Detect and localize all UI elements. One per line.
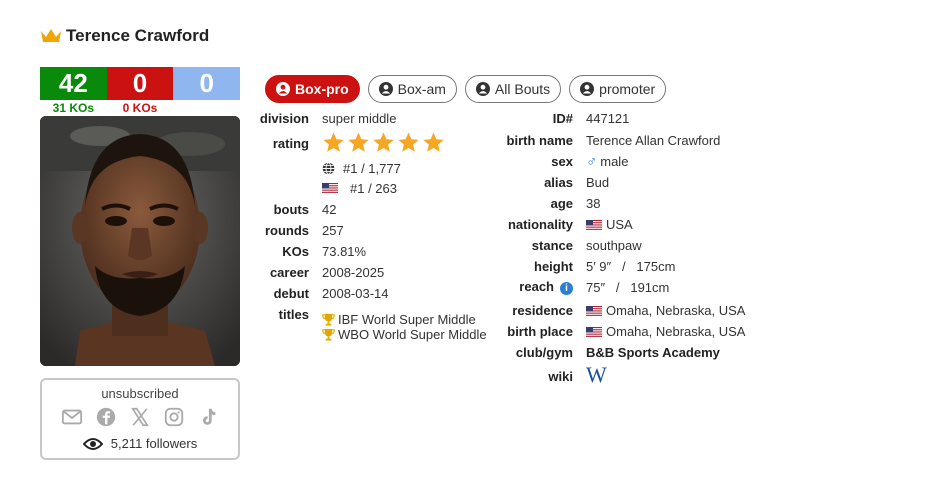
career-value: 2008-2025 [322,264,385,280]
debut-label: debut [273,285,309,301]
tab-label: promoter [599,81,656,97]
instagram-icon[interactable] [163,406,185,428]
stance-label: stance [531,237,573,253]
star-icon [323,132,344,152]
crown-icon [41,29,61,42]
user-icon [276,82,290,96]
x-icon[interactable] [129,406,151,428]
titles-label: titles [278,306,309,322]
info-icon[interactable]: i [560,282,573,295]
residence-value[interactable]: Omaha, Nebraska, USA [606,303,745,318]
reach-value: 75″ / 191cm [586,279,670,295]
tab-label: Box-pro [295,81,349,97]
tab-promoter[interactable]: promoter [569,75,667,103]
tab-box-pro[interactable]: Box-pro [265,75,360,103]
birth-place-value[interactable]: Omaha, Nebraska, USA [606,324,745,339]
alias-value: Bud [586,174,610,190]
usa-flag-icon [586,305,602,317]
division-value[interactable]: super middle [322,111,396,126]
record-box: 42 0 0 [40,67,241,100]
losses-kos: 0 KOs [122,101,158,115]
left-info: division super middle rating #1 / 1,777 … [250,110,500,350]
tab-label: All Bouts [494,81,551,97]
club-label: club/gym [515,344,573,360]
usa-rank[interactable]: #1 / 263 [350,181,397,196]
mail-icon[interactable] [61,406,83,428]
usa-flag-icon [322,182,338,194]
star-icon [398,132,419,152]
birth-place-label: birth place [507,323,573,339]
height-value: 5′ 9″ / 175cm [586,258,676,274]
star-icon [348,132,369,152]
kos-label: KOs [282,243,309,259]
tab-label: Box-am [397,81,446,97]
facebook-icon[interactable] [95,406,117,428]
reach-label: reach [519,279,554,294]
age-label: age [550,195,573,211]
subscription-status[interactable]: unsubscribed [42,386,238,401]
trophy-icon [322,313,335,326]
nationality-label: nationality [507,216,573,232]
usa-flag-icon [586,326,602,338]
alias-label: alias [544,174,573,190]
club-value[interactable]: B&B Sports Academy [586,345,720,360]
social-icons [42,406,238,428]
wins-count: 42 [40,67,107,100]
division-label: division [259,110,309,126]
page-header: Terence Crawford [40,26,209,46]
star-icon [373,132,394,152]
user-icon [475,82,490,96]
star-icon [423,132,444,152]
tiktok-icon[interactable] [197,406,219,428]
id-label: ID# [552,110,573,126]
tab-all-bouts[interactable]: All Bouts [464,75,562,103]
tab-box-am[interactable]: Box-am [367,75,457,103]
ko-counts: 31 KOs 0 KOs [40,101,240,115]
rating-stars [322,131,445,154]
nationality-value: USA [606,216,633,232]
world-rank[interactable]: #1 / 1,777 [343,161,401,176]
page-title: Terence Crawford [66,26,210,45]
right-info: ID# 447121 birth name Terence Allan Crawfo… [490,110,790,390]
male-icon: ♂ [586,152,598,170]
followers-count: 5,211 followers [110,436,198,451]
height-label: height [534,258,573,274]
social-box: unsubscribed 5,211 followers [40,378,240,460]
title-item[interactable]: WBO World Super Middle [338,327,487,342]
title-item[interactable]: IBF World Super Middle [338,312,476,327]
residence-label: residence [512,302,573,318]
followers-row: 5,211 followers [42,436,238,451]
trophy-icon [322,328,335,341]
rating-label: rating [272,135,309,151]
kos-value: 73.81% [322,243,367,259]
wikipedia-icon[interactable]: W [586,364,607,386]
globe-icon [322,161,335,175]
eye-icon [82,437,103,450]
bouts-label: bouts [273,201,309,217]
tab-bar: Box-pro Box-am All Bouts promoter [265,75,667,103]
boxer-photo [40,116,240,366]
sex-label: sex [551,153,573,169]
sex-value: male [600,153,629,169]
rounds-value: 257 [322,222,344,238]
career-label: career [269,264,309,280]
user-icon [580,82,595,96]
wiki-label: wiki [548,368,573,384]
bouts-value: 42 [322,201,337,217]
debut-value[interactable]: 2008-03-14 [322,286,389,301]
wins-kos: 31 KOs [52,101,95,115]
id-value: 447121 [586,110,630,126]
usa-flag-icon [586,219,602,231]
draws-count: 0 [173,67,241,100]
stance-value: southpaw [586,237,642,253]
user-icon [378,82,393,96]
losses-count: 0 [106,67,174,100]
birth-name-label: birth name [506,132,573,148]
age-value: 38 [586,195,601,211]
rounds-label: rounds [264,222,309,238]
birth-name-value: Terence Allan Crawford [586,132,721,148]
